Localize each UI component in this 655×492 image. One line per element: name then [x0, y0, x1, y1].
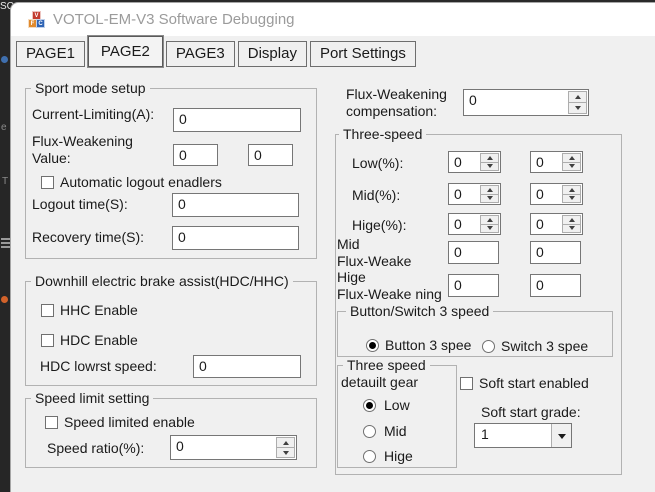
hige-spinner-2[interactable]: 0 [530, 213, 583, 235]
spin-up-button[interactable] [563, 154, 580, 163]
button-3-speed-radio[interactable] [366, 339, 379, 352]
spin-up-button[interactable] [563, 186, 580, 195]
three-speed-group-title: Three-speed [339, 126, 426, 142]
default-gear-group-title-line1: Three speed [343, 357, 430, 373]
spin-up-button[interactable] [481, 154, 498, 163]
automatic-logout-checkbox[interactable] [41, 176, 54, 189]
tab-bar: PAGE1 PAGE2 PAGE3 Display Port Settings [13, 38, 416, 67]
recovery-time-label: Recovery time(S): [32, 229, 144, 245]
default-gear-group-title-line2: detauilt gear [341, 374, 418, 390]
spin-down-button[interactable] [563, 195, 580, 203]
speed-ratio-value[interactable]: 0 [171, 436, 275, 459]
gear-hige-radio[interactable] [363, 450, 376, 463]
logout-time-label: Logout time(S): [32, 196, 128, 212]
current-limiting-input[interactable]: 0 [173, 108, 301, 132]
hhc-enable-checkbox[interactable] [41, 304, 54, 317]
background-orange-dot [1, 296, 8, 303]
speed-ratio-label: Speed ratio(%): [47, 440, 144, 456]
flux-compensation-label: Flux-Weakening compensation: [346, 86, 447, 120]
window-title: VOTOL-EM-V3 Software Debugging [53, 11, 295, 28]
hige-spinner-1[interactable]: 0 [448, 213, 501, 235]
logout-time-input[interactable]: 0 [172, 193, 299, 217]
spin-up-button[interactable] [569, 92, 586, 103]
background-text-fragment: T [2, 176, 8, 187]
app-blocks-icon: V F C [28, 11, 46, 29]
flux-compensation-spinner[interactable]: 0 [463, 89, 589, 116]
switch-3-speed-label: Switch 3 spee [501, 338, 588, 354]
gear-hige-label: Hige [384, 448, 413, 464]
spin-down-button[interactable] [569, 103, 586, 113]
mid-flux-weake-label: Mid Flux-Weake [337, 236, 411, 270]
hdc-lowrst-speed-label: HDC lowrst speed: [40, 358, 157, 374]
spin-down-button[interactable] [563, 163, 580, 171]
tab-display[interactable]: Display [238, 41, 307, 67]
mid-flux-weake-input-1[interactable]: 0 [448, 241, 499, 264]
hige-percent-label: Hige(%): [352, 217, 406, 233]
speed-ratio-spinner[interactable]: 0 [170, 435, 297, 460]
spin-up-button[interactable] [563, 216, 580, 225]
hige-flux-weake-label: Hige Flux-Weake ning [337, 269, 442, 303]
background-menu-icon [1, 238, 10, 240]
flux-weakening-input-1[interactable]: 0 [173, 144, 218, 166]
hdc-lowrst-speed-input[interactable]: 0 [193, 355, 301, 378]
flux-weakening-value-label: Flux-Weakening Value: [32, 133, 133, 167]
speed-limited-enable-label: Speed limited enable [64, 414, 195, 430]
mid-flux-weake-input-2[interactable]: 0 [530, 241, 581, 264]
automatic-logout-label: Automatic logout enadlers [60, 174, 222, 190]
sport-mode-group-title: Sport mode setup [31, 80, 150, 96]
tab-page3[interactable]: PAGE3 [166, 41, 235, 67]
current-limiting-label: Current-Limiting(A): [32, 106, 154, 122]
background-text-fragment: e [1, 122, 7, 133]
soft-start-enabled-label: Soft start enabled [479, 375, 589, 391]
speed-limited-enable-checkbox[interactable] [45, 416, 58, 429]
gear-mid-label: Mid [384, 423, 407, 439]
soft-start-grade-dropdown[interactable]: 1 [474, 423, 572, 448]
button-switch-group-title: Button/Switch 3 speed [346, 303, 493, 319]
mid-spinner-2[interactable]: 0 [530, 183, 583, 205]
hdc-enable-label: HDC Enable [60, 332, 138, 348]
low-spinner-2[interactable]: 0 [530, 151, 583, 173]
gear-low-radio[interactable] [363, 399, 376, 412]
hige-flux-weake-input-2[interactable]: 0 [530, 274, 581, 297]
dropdown-arrow-icon[interactable] [551, 424, 571, 447]
spin-down-button[interactable] [481, 195, 498, 203]
spin-down-button[interactable] [563, 225, 580, 233]
background-blue-dot [1, 56, 8, 63]
speed-limit-group-title: Speed limit setting [31, 390, 153, 406]
tab-page2[interactable]: PAGE2 [88, 36, 163, 67]
switch-3-speed-radio[interactable] [482, 340, 495, 353]
hhc-enable-label: HHC Enable [60, 302, 138, 318]
spin-down-button[interactable] [481, 225, 498, 233]
gear-low-label: Low [384, 397, 410, 413]
hdc-hhc-group-title: Downhill electric brake assist(HDC/HHC) [31, 273, 293, 289]
hige-flux-weake-input-1[interactable]: 0 [448, 274, 499, 297]
spin-up-button[interactable] [481, 216, 498, 225]
soft-start-grade-value[interactable]: 1 [475, 424, 551, 447]
mid-spinner-1[interactable]: 0 [448, 183, 501, 205]
spin-down-button[interactable] [277, 448, 294, 457]
soft-start-grade-label: Soft start grade: [481, 404, 581, 420]
button-3-speed-label: Button 3 spee [385, 337, 471, 353]
soft-start-enabled-checkbox[interactable] [460, 377, 473, 390]
spin-down-button[interactable] [481, 163, 498, 171]
flux-compensation-value[interactable]: 0 [464, 90, 567, 115]
low-spinner-1[interactable]: 0 [448, 151, 501, 173]
hdc-enable-checkbox[interactable] [41, 334, 54, 347]
spin-up-button[interactable] [481, 186, 498, 195]
mid-percent-label: Mid(%): [352, 187, 400, 203]
low-percent-label: Low(%): [352, 155, 403, 171]
tab-port-settings[interactable]: Port Settings [310, 41, 416, 67]
tab-page1[interactable]: PAGE1 [16, 41, 85, 67]
title-bar: V F C VOTOL-EM-V3 Software Debugging [11, 3, 655, 36]
flux-weakening-input-2[interactable]: 0 [248, 144, 293, 166]
spin-up-button[interactable] [277, 438, 294, 448]
recovery-time-input[interactable]: 0 [172, 226, 299, 250]
icon-block-blue: C [36, 19, 45, 28]
gear-mid-radio[interactable] [363, 425, 376, 438]
